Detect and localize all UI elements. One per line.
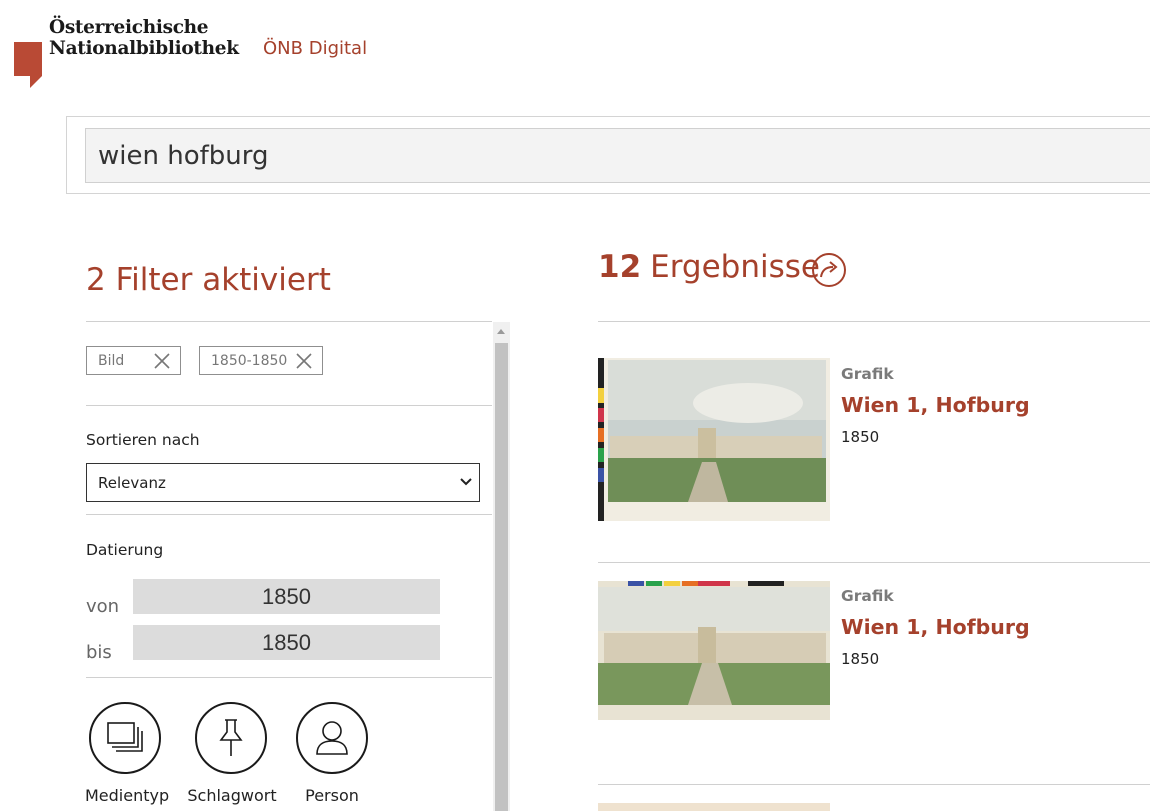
chevron-down-icon [460, 478, 472, 486]
to-input[interactable]: 1850 [133, 625, 440, 660]
logo-icon [14, 42, 42, 88]
divider [86, 677, 492, 678]
filter-chip-label: Bild [98, 352, 125, 369]
results-count: 12 [598, 249, 642, 285]
result-date: 1850 [841, 428, 880, 446]
sort-select-value: Relevanz [98, 473, 166, 492]
result-type: Grafik [841, 587, 894, 605]
from-label: von [86, 596, 120, 617]
divider [86, 405, 492, 406]
sort-select[interactable]: Relevanz [86, 463, 480, 502]
facet-label: Schlagwort [187, 786, 277, 805]
filter-chip-bild[interactable]: Bild [86, 346, 181, 375]
divider [598, 562, 1150, 563]
close-icon[interactable] [153, 352, 171, 370]
filter-chip-date[interactable]: 1850-1850 [199, 346, 323, 375]
hofburg-engraving-image [598, 358, 830, 521]
result-thumbnail[interactable] [598, 581, 830, 720]
result-date: 1850 [841, 650, 880, 668]
scroll-up-icon[interactable] [497, 329, 505, 334]
filter-chip-label: 1850-1850 [211, 352, 288, 369]
search-input[interactable] [85, 128, 1150, 183]
filter-heading: 2 Filter aktiviert [86, 262, 331, 298]
results-label: Ergebnisse [650, 249, 820, 285]
subbrand-link[interactable]: ÖNB Digital [263, 38, 367, 59]
facet-person-button[interactable] [296, 702, 368, 774]
divider [598, 784, 1150, 785]
logo-line-2: Nationalbibliothek [49, 38, 239, 59]
facet-schlagwort-button[interactable] [195, 702, 267, 774]
hofburg-watercolor-image [598, 581, 830, 720]
divider [598, 321, 1150, 322]
close-icon[interactable] [295, 352, 313, 370]
from-input[interactable]: 1850 [133, 579, 440, 614]
divider [86, 514, 492, 515]
pin-icon [219, 719, 243, 756]
facet-label: Person [305, 786, 359, 805]
stack-icon [107, 722, 143, 752]
to-label: bis [86, 642, 112, 663]
result-type: Grafik [841, 365, 894, 383]
result-title-link[interactable]: Wien 1, Hofburg [841, 393, 1030, 417]
scrollbar-thumb[interactable] [495, 343, 508, 811]
sort-label: Sortieren nach [86, 431, 200, 449]
facet-label: Medientyp [85, 786, 170, 805]
logo-wordmark[interactable]: Österreichische Nationalbibliothek [49, 17, 239, 59]
result-title-link[interactable]: Wien 1, Hofburg [841, 615, 1030, 639]
results-heading: 12 Ergebnisse [598, 249, 820, 285]
result-thumbnail[interactable] [598, 358, 830, 521]
share-icon[interactable] [811, 252, 847, 288]
person-icon [316, 721, 348, 755]
date-label: Datierung [86, 541, 164, 559]
result-thumbnail[interactable] [598, 803, 830, 811]
logo-line-1: Österreichische [49, 17, 209, 38]
facet-medientyp-button[interactable] [89, 702, 161, 774]
divider [86, 321, 492, 322]
